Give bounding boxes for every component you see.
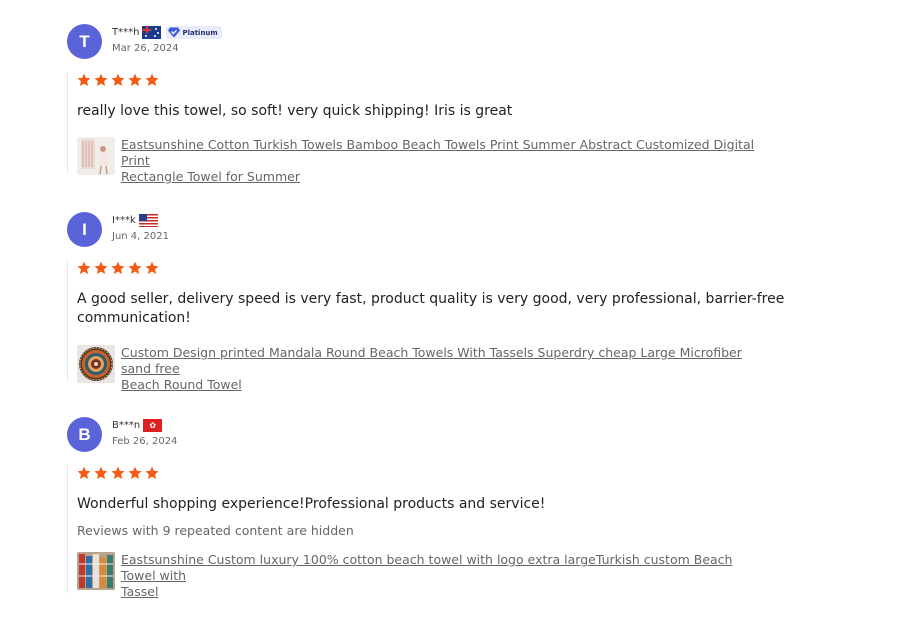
star-rating [77,466,761,481]
product-thumbnail[interactable] [77,137,115,175]
product-thumbnail[interactable] [77,345,115,383]
verified-diamond-icon [168,27,181,38]
star-icon [94,466,108,479]
product-title-link[interactable]: Eastsunshine Cotton Turkish Towels Bambo… [121,137,761,185]
product-title-line[interactable]: Rectangle Towel for Summer [121,169,761,185]
avatar: T [67,24,102,59]
star-icon [111,466,125,479]
product-title-line[interactable]: Beach Round Towel [121,377,761,393]
usa-flag-icon [138,214,158,227]
review-body: really love this towel, so soft! very qu… [67,72,761,184]
star-icon [145,73,159,86]
star-icon [145,466,159,479]
review-date: Jun 4, 2021 [112,231,169,242]
hong-kong-flag-icon: ✿ [143,419,163,432]
star-icon [128,261,142,274]
star-icon [145,261,159,274]
product-title-link[interactable]: Custom Design printed Mandala Round Beac… [121,345,761,393]
review-body: Wonderful shopping experience!Profession… [67,465,761,599]
star-icon [128,466,142,479]
review-date: Feb 26, 2024 [112,436,178,447]
product-link[interactable]: Custom Design printed Mandala Round Beac… [77,345,784,393]
star-rating [77,261,784,276]
product-title-line[interactable]: Tassel [121,584,761,600]
avatar: I [67,212,102,247]
product-title-line[interactable]: Eastsunshine Cotton Turkish Towels Bambo… [121,137,761,169]
review-text: really love this towel, so soft! very qu… [77,103,513,119]
product-title-line[interactable]: Eastsunshine Custom luxury 100% cotton b… [121,552,761,584]
reviewer-name: I***k [112,215,136,226]
australia-flag-icon [142,26,162,39]
review-body: A good seller, delivery speed is very fa… [67,260,784,392]
star-icon [111,73,125,86]
review-text-line: communication! [77,310,191,326]
star-icon [94,73,108,86]
reviewer-name: T***h [112,27,140,38]
star-icon [77,466,91,479]
product-link[interactable]: Eastsunshine Cotton Turkish Towels Bambo… [77,137,761,185]
star-icon [77,261,91,274]
star-icon [111,261,125,274]
avatar: B [67,417,102,452]
star-icon [94,261,108,274]
review-text: A good seller, delivery speed is very fa… [77,290,784,328]
hidden-reviews-note: Reviews with 9 repeated content are hidd… [77,523,354,538]
product-title-link[interactable]: Eastsunshine Custom luxury 100% cotton b… [121,552,761,600]
star-rating [77,73,761,88]
product-title-line[interactable]: Custom Design printed Mandala Round Beac… [121,345,761,377]
star-icon [77,73,91,86]
star-icon [128,73,142,86]
review-text-line: A good seller, delivery speed is very fa… [77,291,785,307]
review-text: Wonderful shopping experience!Profession… [77,496,546,512]
reviewer-row: I***k [112,214,158,227]
product-link[interactable]: Eastsunshine Custom luxury 100% cotton b… [77,552,761,600]
platinum-badge: Platinum [166,26,222,39]
review-date: Mar 26, 2024 [112,43,179,54]
product-thumbnail[interactable] [77,552,115,590]
reviewer-name: B***n [112,420,141,431]
reviewer-row: B***n ✿ [112,419,163,432]
badge-label: Platinum [182,28,218,37]
reviewer-row: T***h Platinum [112,26,222,39]
